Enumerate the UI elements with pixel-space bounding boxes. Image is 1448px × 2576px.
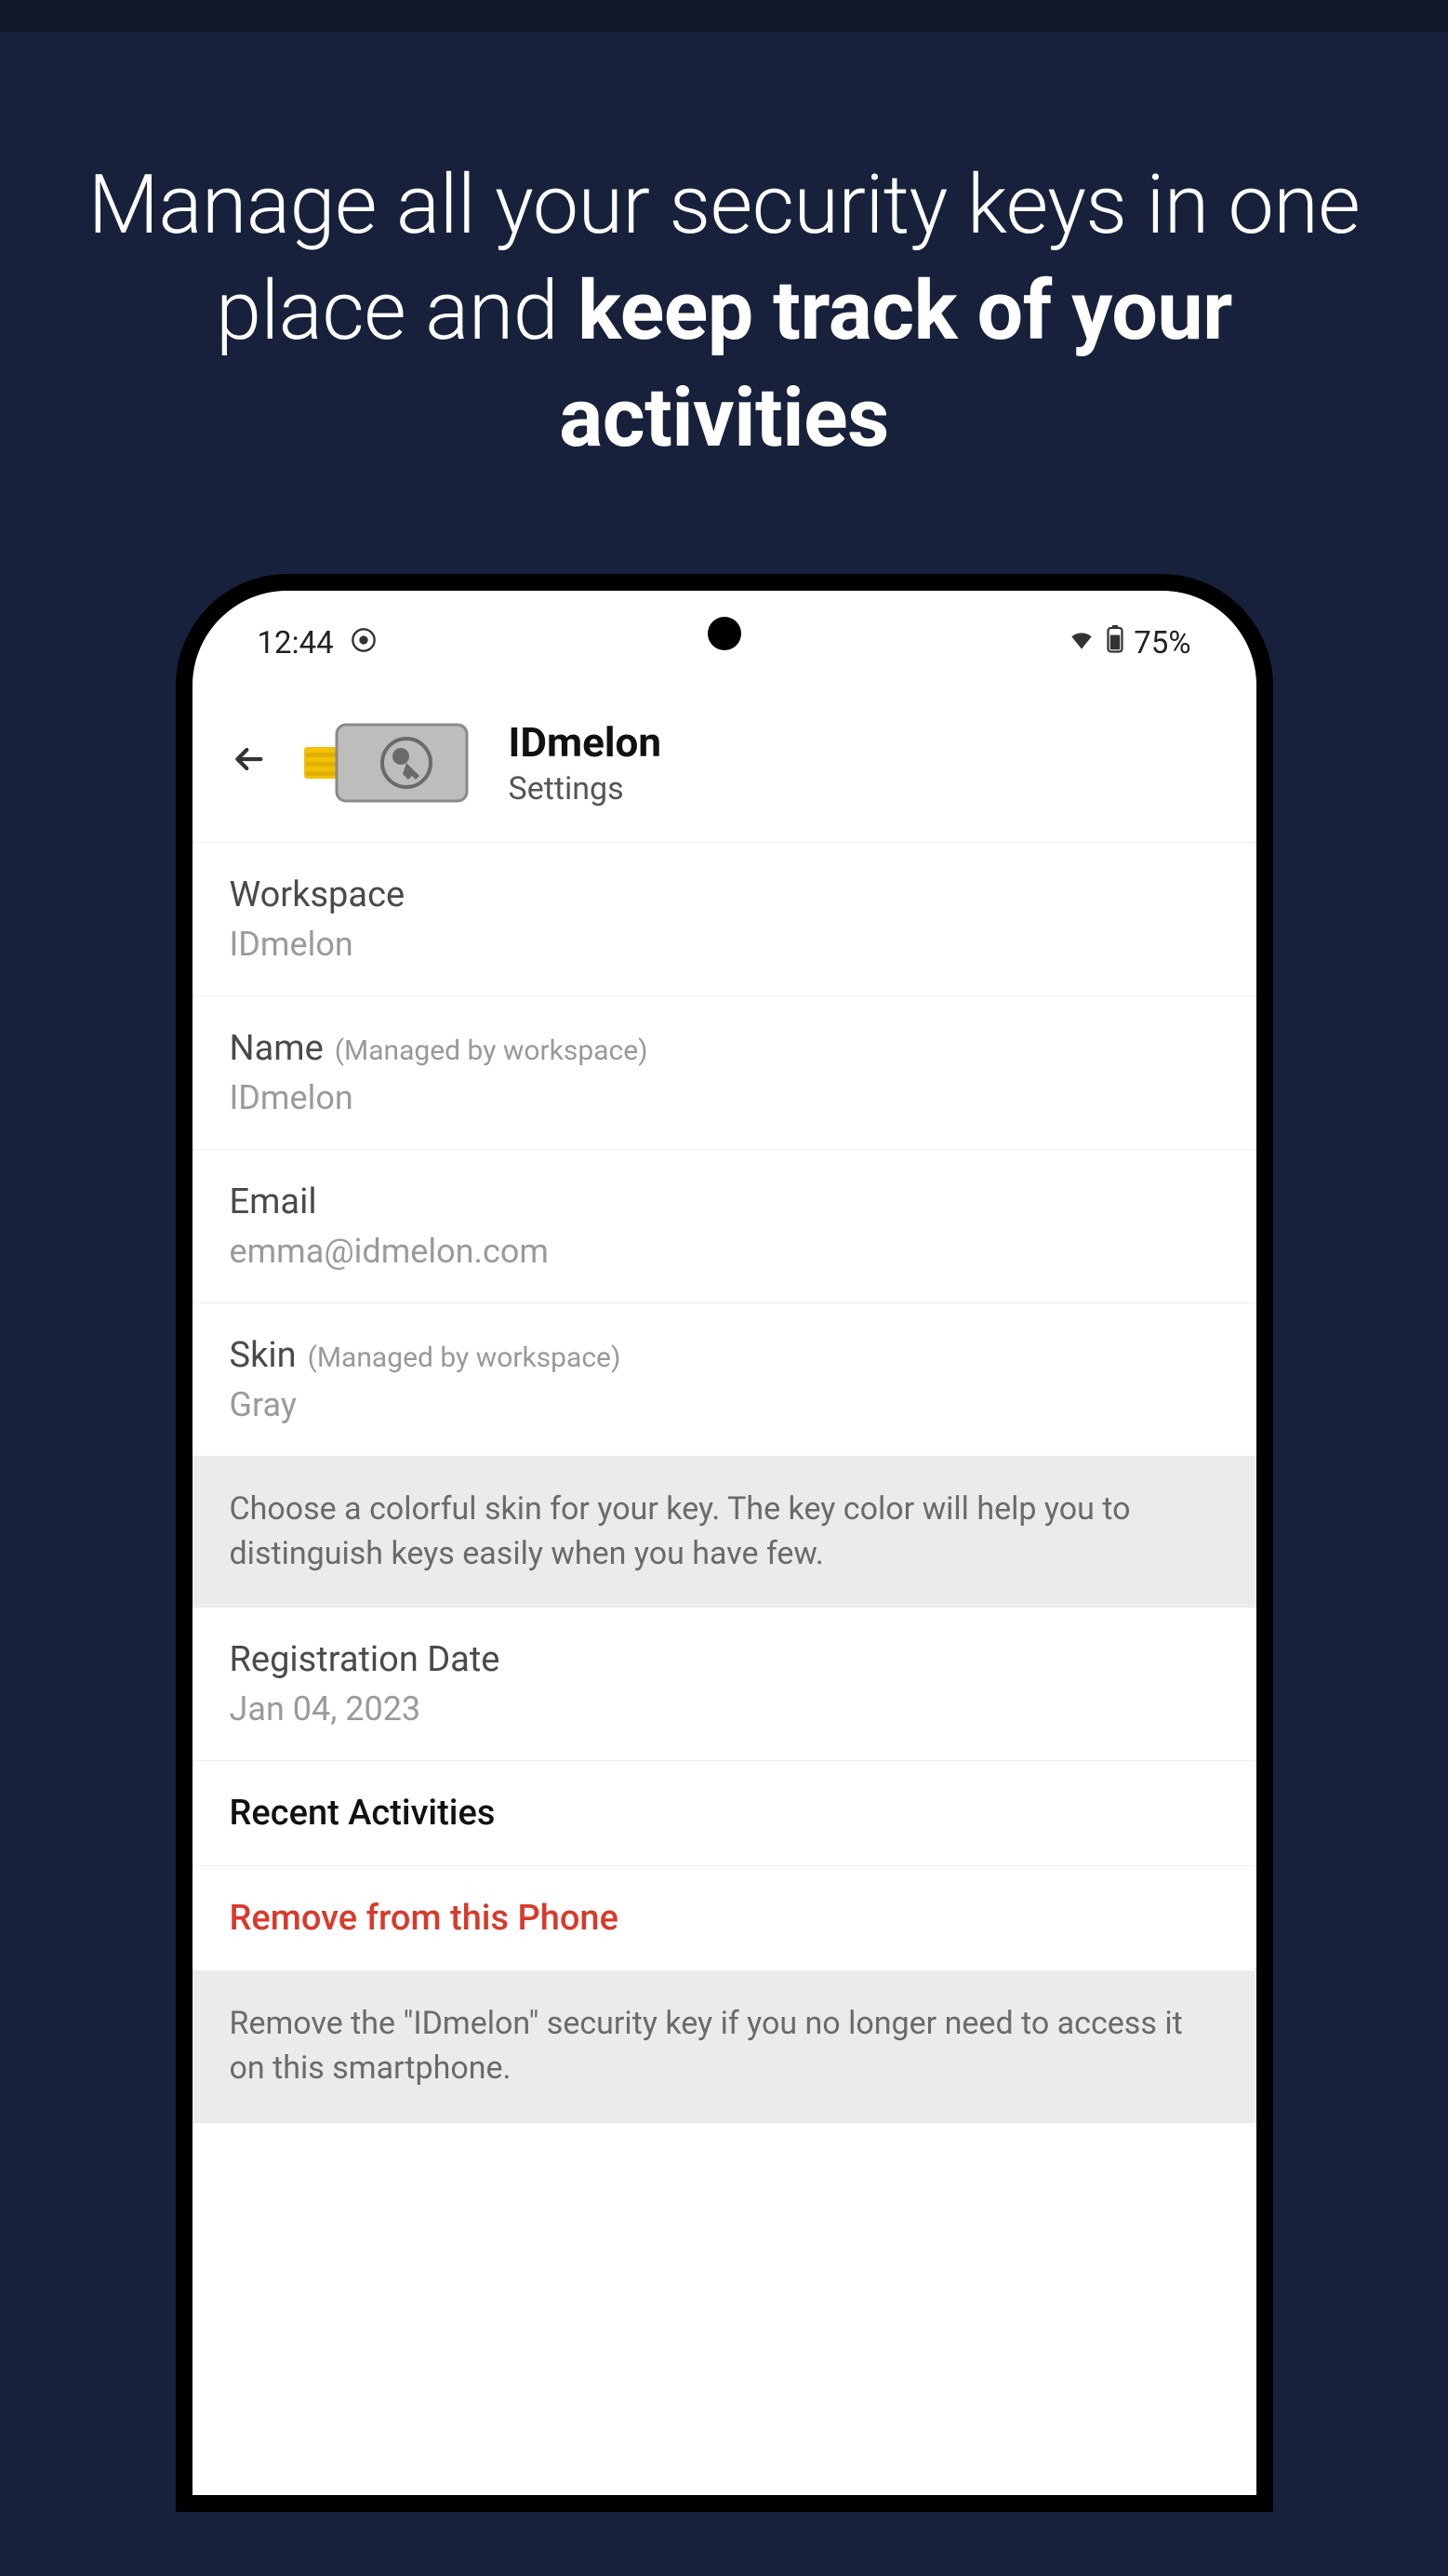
wifi-icon <box>1067 624 1096 662</box>
remove-from-phone-row[interactable]: Remove from this Phone <box>193 1866 1256 1970</box>
registration-date-value: Jan 04, 2023 <box>230 1689 1219 1728</box>
registration-date-label: Registration Date <box>230 1639 1219 1680</box>
hero-line2b: keep track of your activities <box>559 263 1232 465</box>
name-label: Name (Managed by workspace) <box>230 1028 1219 1069</box>
app-title: IDmelon <box>509 718 661 767</box>
name-row[interactable]: Name (Managed by workspace) IDmelon <box>193 996 1256 1150</box>
hero-line1: Manage all your security keys in one <box>88 157 1361 253</box>
promo-topbar <box>0 0 1448 32</box>
skin-hint: (Managed by workspace) <box>308 1341 621 1374</box>
skin-value: Gray <box>230 1385 1219 1424</box>
email-label: Email <box>230 1181 1219 1222</box>
security-key-icon <box>304 712 472 814</box>
hero-section: Manage all your security keys in one pla… <box>0 32 1448 500</box>
back-arrow-icon[interactable] <box>230 741 267 785</box>
name-hint: (Managed by workspace) <box>335 1034 648 1067</box>
remove-from-phone-label: Remove from this Phone <box>230 1898 1219 1939</box>
status-time: 12:44 <box>258 625 334 661</box>
skin-info-text: Choose a colorful skin for your key. The… <box>193 1456 1256 1608</box>
phone-frame: 12:44 75% <box>176 574 1273 2511</box>
phone-side-button-1 <box>1271 1130 1273 1335</box>
status-app-icon <box>351 625 377 661</box>
phone-side-button-2 <box>1271 1419 1273 1549</box>
skin-label: Skin (Managed by workspace) <box>230 1335 1219 1376</box>
skin-row[interactable]: Skin (Managed by workspace) Gray <box>193 1303 1256 1456</box>
recent-activities-row[interactable]: Recent Activities <box>193 1761 1256 1866</box>
hero-line2a: place and <box>216 263 578 359</box>
trailing-space <box>193 2123 1256 2495</box>
email-value: emma@idmelon.com <box>230 1232 1219 1271</box>
registration-date-row: Registration Date Jan 04, 2023 <box>193 1608 1256 1761</box>
battery-percent: 75% <box>1134 625 1190 661</box>
app-subtitle: Settings <box>509 770 661 808</box>
email-row[interactable]: Email emma@idmelon.com <box>193 1150 1256 1303</box>
app-header: IDmelon Settings <box>193 674 1256 843</box>
workspace-label: Workspace <box>230 874 1219 915</box>
workspace-value: IDmelon <box>230 925 1219 964</box>
hero-text: Manage all your security keys in one pla… <box>74 153 1374 472</box>
remove-info-text: Remove the "IDmelon" security key if you… <box>193 1970 1256 2122</box>
camera-notch <box>708 617 741 650</box>
name-value: IDmelon <box>230 1078 1219 1117</box>
workspace-row[interactable]: Workspace IDmelon <box>193 843 1256 996</box>
battery-icon <box>1106 625 1124 661</box>
recent-activities-label: Recent Activities <box>230 1793 1219 1834</box>
